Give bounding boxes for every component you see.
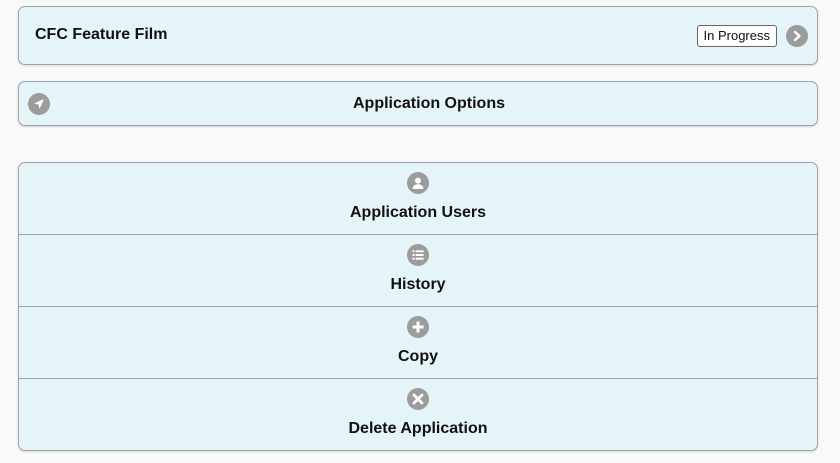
delete-application-label: Delete Application	[348, 420, 488, 437]
copy-button[interactable]: Copy	[19, 307, 817, 379]
history-button[interactable]: History	[19, 235, 817, 307]
list-icon	[407, 244, 429, 266]
application-users-button[interactable]: Application Users	[19, 163, 817, 235]
close-icon	[407, 388, 429, 410]
history-label: History	[390, 276, 446, 293]
actions-list: Application Users History Copy Delete Ap…	[18, 162, 818, 451]
application-options-button[interactable]: Application Options	[18, 81, 818, 126]
status-badge: In Progress	[696, 25, 777, 47]
user-icon	[407, 172, 429, 194]
application-users-label: Application Users	[349, 204, 487, 221]
application-header-panel[interactable]: CFC Feature Film In Progress	[18, 6, 818, 65]
application-options-label: Application Options	[353, 95, 505, 112]
chevron-right-icon[interactable]	[786, 25, 808, 47]
application-title: CFC Feature Film	[35, 26, 168, 43]
delete-application-button[interactable]: Delete Application	[19, 379, 817, 450]
plus-icon	[407, 316, 429, 338]
copy-label: Copy	[398, 348, 438, 365]
